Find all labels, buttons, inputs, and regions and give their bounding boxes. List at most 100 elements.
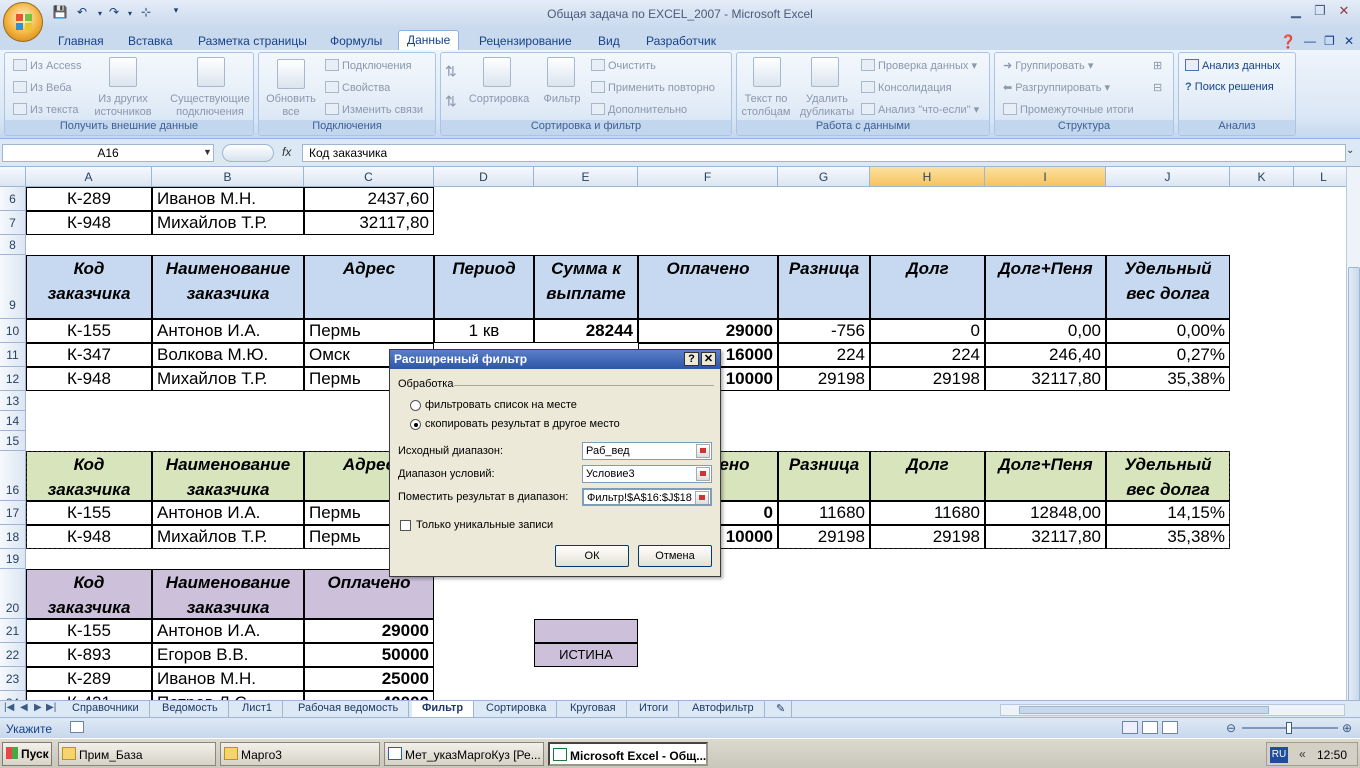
header-cell[interactable]: Наименование заказчика: [152, 451, 304, 501]
row-header[interactable]: 9: [0, 255, 26, 319]
col-header-k[interactable]: K: [1230, 167, 1294, 187]
cell[interactable]: -756: [778, 319, 870, 343]
last-sheet-icon[interactable]: ▶|: [46, 702, 56, 713]
header-cell[interactable]: Код заказчика: [26, 451, 152, 501]
cell[interactable]: К-289: [26, 667, 152, 691]
zoom-in-icon[interactable]: ⊕: [1342, 721, 1352, 735]
cell[interactable]: К-948: [26, 525, 152, 549]
col-header-b[interactable]: B: [152, 167, 304, 187]
cell[interactable]: 1 кв: [434, 319, 534, 343]
unique-records-label[interactable]: Только уникальные записи: [416, 519, 553, 531]
minimize-icon[interactable]: ▁: [1284, 3, 1308, 21]
cell[interactable]: Волкова М.Ю.: [152, 343, 304, 367]
sheet-tab[interactable]: Итоги: [629, 701, 680, 718]
formula-input[interactable]: Код заказчика: [302, 144, 1346, 162]
dialog-close-button[interactable]: ✕: [701, 352, 716, 366]
clear-button[interactable]: Очистить: [591, 59, 656, 72]
remove-duplicates-button[interactable]: Удалить дубликаты: [795, 93, 859, 119]
criteria-range-input[interactable]: Условие3: [582, 465, 712, 483]
what-if-button[interactable]: Анализ "что-если" ▾: [861, 103, 979, 116]
cell[interactable]: 29198: [870, 367, 985, 391]
row-header[interactable]: 17: [0, 501, 26, 525]
dialog-help-button[interactable]: ?: [684, 352, 699, 366]
insert-function-icon[interactable]: fx: [282, 145, 291, 159]
filter-in-place-label[interactable]: фильтровать список на месте: [425, 399, 577, 411]
filter-in-place-radio[interactable]: [410, 400, 421, 411]
cell[interactable]: К-893: [26, 643, 152, 667]
cell[interactable]: К-155: [26, 501, 152, 525]
cell[interactable]: 11680: [870, 501, 985, 525]
cell[interactable]: Антонов И.А.: [152, 501, 304, 525]
cell[interactable]: К-347: [26, 343, 152, 367]
copy-to-input[interactable]: Фильтр!$A$16:$J$18: [582, 488, 712, 506]
name-box[interactable]: A16: [2, 144, 214, 162]
taskbar-item-active[interactable]: Microsoft Excel - Общ...: [548, 742, 708, 766]
cell[interactable]: Петров Л.С.: [152, 691, 304, 700]
ribbon-close-icon[interactable]: ✕: [1336, 32, 1360, 50]
show-detail-icon[interactable]: ⊞: [1153, 59, 1162, 72]
taskbar-item[interactable]: Прим_База: [58, 742, 216, 766]
start-button[interactable]: Пуск: [2, 742, 52, 766]
copy-to-location-label[interactable]: скопировать результат в другое место: [425, 418, 620, 430]
sheet-tab[interactable]: Автофильтр: [682, 701, 765, 718]
cell[interactable]: К-155: [26, 319, 152, 343]
cell[interactable]: 29000: [638, 319, 778, 343]
connections-button[interactable]: Подключения: [325, 59, 412, 72]
sheet-tab[interactable]: Рабочая ведомость: [288, 701, 410, 718]
horizontal-scrollbar[interactable]: [1000, 704, 1345, 716]
cell[interactable]: 0,27%: [1106, 343, 1230, 367]
criteria-header-cell[interactable]: [534, 619, 638, 643]
tray-expand-icon[interactable]: «: [1299, 747, 1306, 761]
advanced-button[interactable]: Дополнительно: [591, 103, 687, 116]
row-header[interactable]: 6: [0, 187, 26, 211]
cell[interactable]: Антонов И.А.: [152, 319, 304, 343]
row-header[interactable]: 22: [0, 643, 26, 667]
header-cell[interactable]: Долг+Пеня: [985, 255, 1106, 319]
name-box-dropdown-icon[interactable]: ▼: [203, 147, 212, 157]
filter-button[interactable]: Фильтр: [537, 93, 587, 106]
horizontal-scroll-thumb[interactable]: [1019, 706, 1269, 714]
page-layout-view-icon[interactable]: [1142, 721, 1158, 734]
cell[interactable]: 2437,60: [304, 187, 434, 211]
header-cell[interactable]: Долг: [870, 451, 985, 501]
row-header[interactable]: 12: [0, 367, 26, 391]
sheet-tab[interactable]: Круговая: [560, 701, 627, 718]
first-sheet-icon[interactable]: |◀: [4, 702, 14, 713]
cell[interactable]: 32117,80: [985, 525, 1106, 549]
existing-connections-button[interactable]: Существующие подключения: [165, 93, 255, 119]
col-header-g[interactable]: G: [778, 167, 870, 187]
cell[interactable]: 29198: [870, 525, 985, 549]
row-header[interactable]: 24: [0, 691, 26, 700]
solver-button[interactable]: ? Поиск решения: [1185, 81, 1274, 93]
cell[interactable]: К-421: [26, 691, 152, 700]
header-cell[interactable]: Наименование заказчика: [152, 255, 304, 319]
tab-developer[interactable]: Разработчик: [638, 32, 724, 50]
properties-button[interactable]: Свойства: [325, 81, 390, 94]
tab-data[interactable]: Данные: [398, 30, 460, 51]
cell[interactable]: Иванов М.Н.: [152, 667, 304, 691]
macro-record-icon[interactable]: [70, 721, 84, 733]
language-indicator[interactable]: RU: [1270, 747, 1288, 763]
sheet-tab[interactable]: Сортировка: [476, 701, 558, 718]
next-sheet-icon[interactable]: ▶: [34, 702, 42, 713]
cell[interactable]: 29198: [778, 525, 870, 549]
row-header[interactable]: 16: [0, 451, 26, 501]
col-header-e[interactable]: E: [534, 167, 638, 187]
insert-sheet-icon[interactable]: ✎: [770, 701, 793, 718]
from-access-button[interactable]: Из Access: [13, 59, 81, 72]
from-web-button[interactable]: Из Веба: [13, 81, 72, 94]
sheet-tab[interactable]: Ведомость: [152, 701, 229, 718]
taskbar-item[interactable]: Мет_указМаргоКуз [Ре...: [384, 742, 544, 766]
cell[interactable]: 35,38%: [1106, 525, 1230, 549]
tab-review[interactable]: Рецензирование: [471, 32, 580, 50]
cell[interactable]: 29198: [778, 367, 870, 391]
cell[interactable]: 12848,00: [985, 501, 1106, 525]
copy-to-location-radio[interactable]: [410, 419, 421, 430]
zoom-thumb[interactable]: [1286, 722, 1292, 734]
row-header[interactable]: 21: [0, 619, 26, 643]
consolidate-button[interactable]: Консолидация: [861, 81, 952, 94]
header-cell[interactable]: Долг: [870, 255, 985, 319]
page-break-view-icon[interactable]: [1162, 721, 1178, 734]
sheet-tab[interactable]: Справочники: [62, 701, 150, 718]
cell[interactable]: К-155: [26, 619, 152, 643]
